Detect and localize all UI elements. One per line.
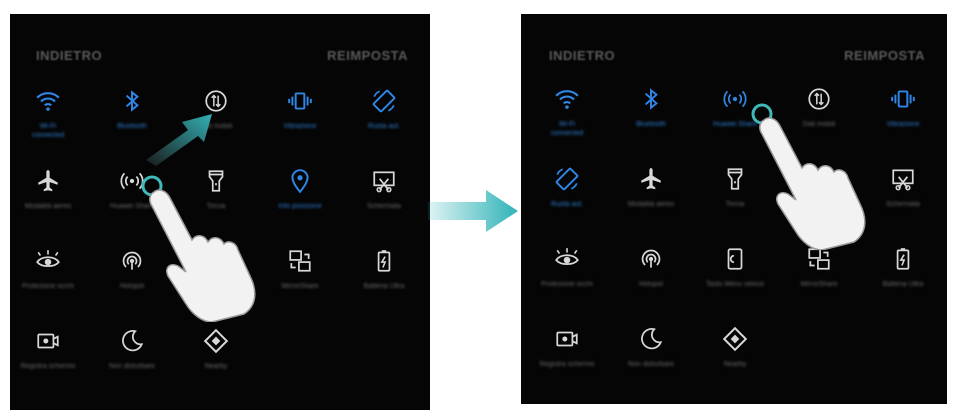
screenshot-icon <box>890 166 916 192</box>
tile-label: Tasto Menu veloce <box>705 281 765 288</box>
mirrorshare-icon <box>287 248 313 274</box>
do-not-disturb-icon <box>119 328 145 354</box>
hotspot-icon <box>638 246 664 272</box>
quick-settings-tile[interactable]: Wi-Fi connected <box>10 88 90 140</box>
vibration-icon <box>890 86 916 112</box>
quick-settings-tile[interactable]: Modalità aereo <box>10 168 90 211</box>
quick-settings-tile[interactable]: Batteria Ultra <box>342 248 426 291</box>
reset-button[interactable]: REIMPOSTA <box>327 48 408 63</box>
tile-label: Batteria Ultra <box>882 281 924 288</box>
quick-settings-tile[interactable]: Protezione occhi <box>525 246 609 289</box>
tile-label: Registra schermo <box>20 363 76 370</box>
airplane-icon <box>35 168 61 194</box>
tile-label: Ruota aut. <box>367 123 401 130</box>
quick-settings-tile[interactable]: Tasto Menu veloce <box>693 246 777 289</box>
quick-settings-tile[interactable]: Hotspot <box>609 246 693 289</box>
quick-settings-tile[interactable]: Registra schermo <box>525 326 609 369</box>
auto-rotate-icon <box>371 88 397 114</box>
quick-settings-tile[interactable]: Bluetooth <box>609 86 693 129</box>
quick-settings-tile[interactable]: MirrorShare <box>777 246 861 289</box>
airplane-icon <box>638 166 664 192</box>
tile-label: Ruota aut. <box>550 201 584 208</box>
quick-settings-tile[interactable]: Protezione occhi <box>10 248 90 291</box>
tile-label: MirrorShare <box>800 281 838 288</box>
quick-settings-tile[interactable]: Schermata <box>342 168 426 211</box>
pointing-hand-icon <box>141 175 256 322</box>
tile-label: Batteria Ultra <box>363 283 405 290</box>
location-icon <box>287 168 313 194</box>
tile-label: Nearby <box>723 361 747 368</box>
quick-settings-tile[interactable]: Non disturbare <box>90 328 174 371</box>
quick-settings-tile[interactable]: Wi-Fi connected <box>525 86 609 138</box>
bluetooth-icon <box>638 86 664 112</box>
tile-label: Hotspot <box>638 281 664 288</box>
screen-recorder-icon <box>35 328 61 354</box>
wifi-icon <box>35 88 61 114</box>
drag-direction-arrow <box>146 114 212 166</box>
tile-label: Bluetooth <box>636 121 666 128</box>
battery-saver-icon <box>371 248 397 274</box>
tile-label: Vibrazione <box>283 123 317 130</box>
back-button[interactable]: INDIETRO <box>36 48 102 63</box>
floating-dock-icon <box>722 246 748 272</box>
back-button[interactable]: INDIETRO <box>549 48 615 63</box>
wifi-icon <box>554 86 580 112</box>
tile-label: Modalità aereo <box>24 203 72 210</box>
huawei-share-icon <box>722 86 748 112</box>
quick-settings-tile[interactable]: Modalità aereo <box>609 166 693 209</box>
tile-label: Non disturbare <box>109 363 155 370</box>
pointing-hand-icon <box>751 103 866 250</box>
flashlight-icon <box>722 166 748 192</box>
flow-arrow-icon <box>428 190 518 232</box>
tile-label: Registra schermo <box>539 361 595 368</box>
quick-settings-tile[interactable]: Vibrazione <box>258 88 342 131</box>
quick-settings-tile[interactable]: Non disturbare <box>609 326 693 369</box>
tile-label: Schermata <box>367 203 401 210</box>
battery-saver-icon <box>890 246 916 272</box>
tile-label: Modalità aereo <box>627 201 675 208</box>
quick-settings-tile[interactable]: Batteria Ultra <box>861 246 945 289</box>
nearby-icon <box>722 326 748 352</box>
reset-button[interactable]: REIMPOSTA <box>844 48 925 63</box>
screen-recorder-icon <box>554 326 580 352</box>
quick-settings-tile[interactable]: Ruota aut. <box>525 166 609 209</box>
quick-settings-tile[interactable]: Ruota aut. <box>342 88 426 131</box>
tile-label: Non disturbare <box>628 361 674 368</box>
nearby-icon <box>203 328 229 354</box>
tile-label: Protezione occhi <box>541 281 593 288</box>
tile-label: Wi-Fi connected <box>550 121 584 137</box>
screenshot-icon <box>371 168 397 194</box>
tile-label: Nearby <box>204 363 228 370</box>
tile-label: Wi-Fi connected <box>31 123 65 139</box>
quick-settings-tile[interactable]: Registra schermo <box>10 328 90 371</box>
auto-rotate-icon <box>554 166 580 192</box>
quick-settings-tile[interactable]: Nearby <box>693 326 777 369</box>
eye-comfort-icon <box>35 248 61 274</box>
eye-comfort-icon <box>554 246 580 272</box>
quick-settings-tile[interactable]: Nearby <box>174 328 258 371</box>
do-not-disturb-icon <box>638 326 664 352</box>
tile-label: Protezione occhi <box>22 283 74 290</box>
vibration-icon <box>287 88 313 114</box>
